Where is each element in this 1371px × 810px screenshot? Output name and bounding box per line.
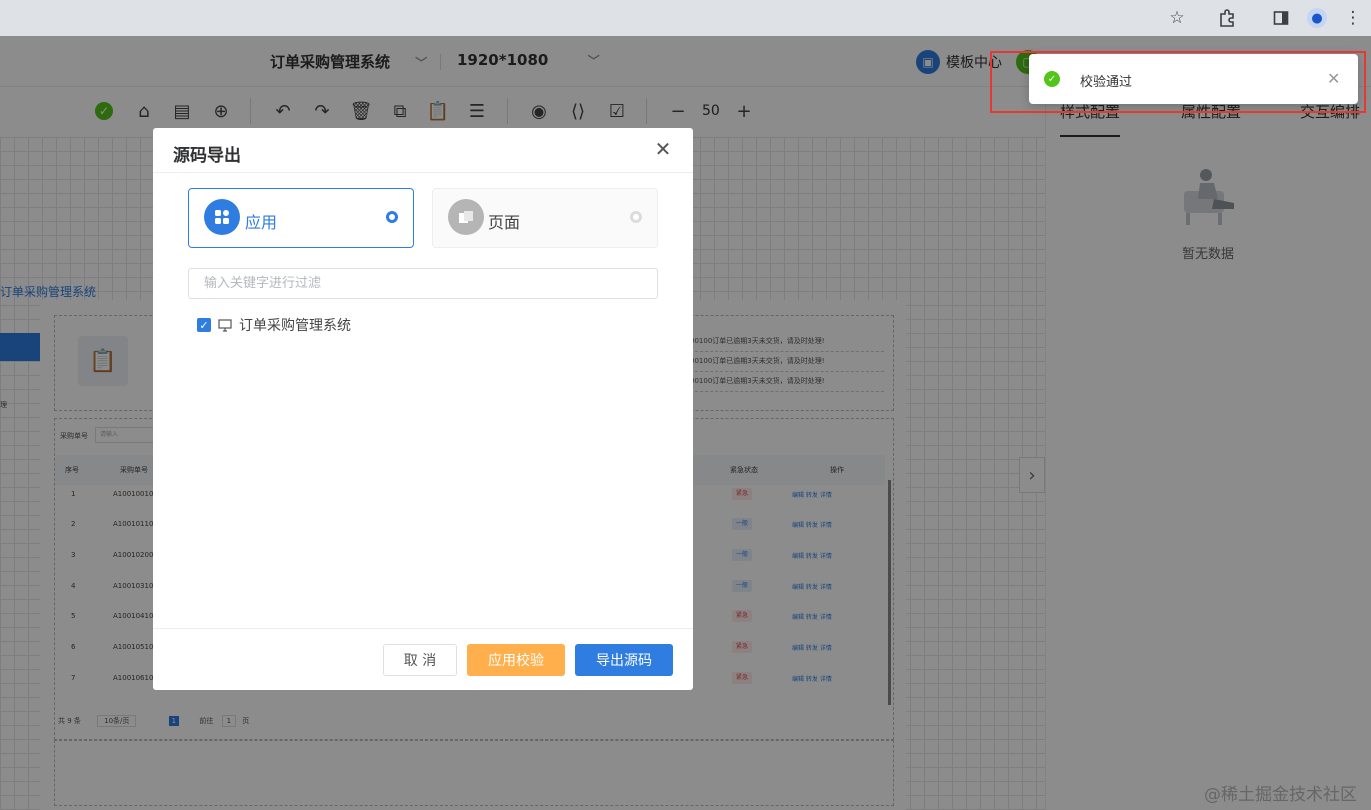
page-icon: [448, 199, 484, 235]
tree-item-label: 订单采购管理系统: [239, 318, 351, 334]
close-icon[interactable]: ✕: [652, 137, 674, 161]
app-grid-icon: [204, 199, 240, 235]
tree-item[interactable]: ✓ 订单采购管理系统: [197, 315, 351, 335]
extension-icon[interactable]: [1212, 3, 1242, 33]
divider: [153, 172, 693, 173]
option-page-label: 页面: [488, 213, 521, 232]
filter-input[interactable]: [188, 268, 658, 299]
dialog-title: 源码导出: [173, 146, 241, 166]
option-app-label: 应用: [245, 213, 278, 232]
option-page-radio[interactable]: [630, 211, 642, 223]
tree-item-checkbox[interactable]: ✓: [197, 318, 211, 332]
profile-icon[interactable]: ●: [1302, 3, 1332, 33]
option-app-radio[interactable]: [386, 211, 398, 223]
validate-app-button[interactable]: 应用校验: [467, 644, 565, 676]
sidepanel-icon[interactable]: [1266, 3, 1296, 33]
divider: [153, 628, 693, 629]
menu-icon[interactable]: ⋮: [1338, 3, 1368, 33]
monitor-icon: [218, 318, 232, 332]
highlight-box: [990, 51, 1366, 113]
browser-toolbar: ☆ ● ⋮: [0, 0, 1371, 36]
export-source-button[interactable]: 导出源码: [575, 644, 673, 676]
star-icon[interactable]: ☆: [1162, 3, 1192, 33]
cancel-button[interactable]: 取 消: [383, 644, 457, 676]
